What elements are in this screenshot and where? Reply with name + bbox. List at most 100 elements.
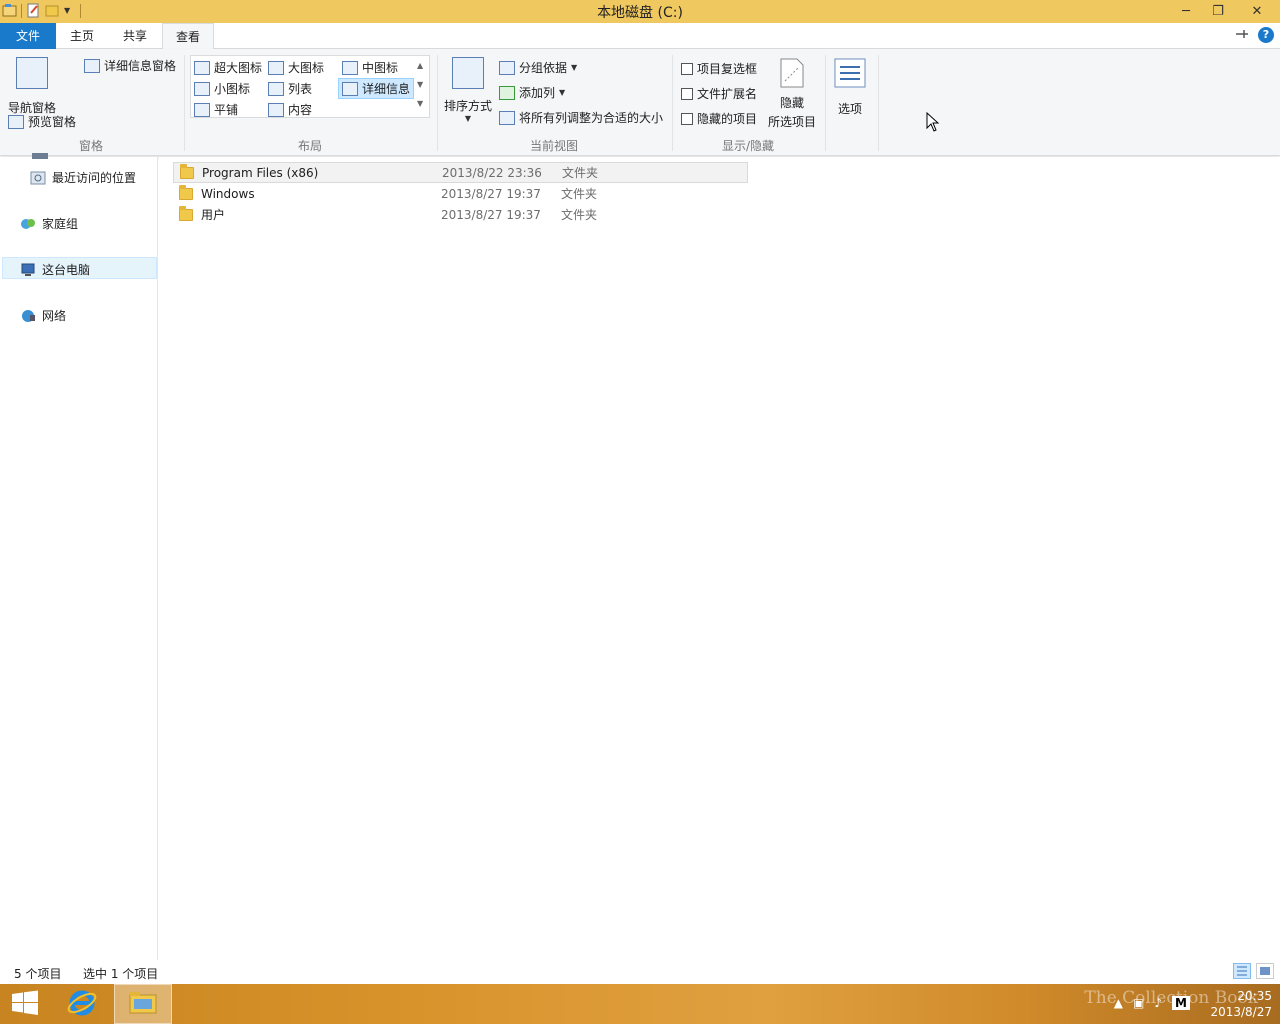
scroll-down-icon[interactable]: ▼ [417,80,423,89]
file-extensions-option[interactable]: 文件扩展名 [681,85,757,102]
file-name: 用户 [201,208,226,222]
details-view-button[interactable] [1233,963,1251,979]
hidden-items-option[interactable]: 隐藏的项目 [681,110,757,127]
folder-icon [180,163,194,179]
restore-button[interactable]: ❐ [1202,0,1234,23]
selected-count: 选中 1 个项目 [83,967,159,981]
homegroup-icon [20,217,36,231]
nav-item-partial [32,153,48,159]
extra-large-icons-icon [194,60,210,75]
pin-ribbon-icon[interactable] [1234,28,1250,43]
details-pane-button[interactable]: 详细信息窗格 [84,57,176,74]
ribbon-view: 导航窗格 预览窗格 详细信息窗格 窗格 超大图标 大图标 中图标 小图标 列表 … [0,49,1280,156]
nav-item-homegroup[interactable]: 家庭组 [20,215,78,232]
item-checkboxes-checkbox[interactable] [681,62,693,75]
group-by-icon [499,60,515,75]
group-by-chevron-down-icon: ▼ [571,63,578,72]
add-columns-icon [499,85,515,100]
layout-details[interactable]: 详细信息 [338,78,415,99]
volume-icon[interactable]: ♪ [1154,996,1162,1010]
layout-extra-large-icons[interactable]: 超大图标 [194,59,262,76]
taskbar-ie[interactable] [58,984,106,1024]
file-explorer-icon [128,989,158,1020]
hidden-items-checkbox[interactable] [681,112,693,125]
nav-item-recent[interactable]: 最近访问的位置 [30,169,136,186]
taskbar-file-explorer[interactable] [114,984,172,1024]
nav-item-network[interactable]: 网络 [20,307,66,324]
layout-list[interactable]: 列表 [268,80,312,97]
close-button[interactable]: ✕ [1234,0,1280,23]
file-row[interactable]: 用户 2013/8/27 19:37 文件夹 [173,204,748,225]
help-icon[interactable]: ? [1258,27,1274,43]
item-count: 5 个项目 [14,967,62,981]
medium-label: 中图标 [362,61,399,75]
file-row[interactable]: Windows 2013/8/27 19:37 文件夹 [173,183,748,204]
tab-view[interactable]: 查看 [162,23,214,50]
group-by-button[interactable]: 分组依据 ▼ [499,59,577,76]
folder-icon [179,205,193,221]
file-row[interactable]: Program Files (x86) 2013/8/22 23:36 文件夹 [173,162,748,183]
nav-this-pc-label: 这台电脑 [42,263,91,277]
clock-date: 2013/8/27 [1210,1005,1272,1019]
file-name: Windows [201,186,255,201]
hide-selected-icon [779,57,805,92]
partial-item-icon [32,153,48,159]
divider [878,55,879,151]
layout-small-icons[interactable]: 小图标 [194,80,250,97]
layout-scroll[interactable]: ▲ ▼ ▼ [417,61,423,108]
tiles-icon [194,102,210,117]
layout-medium-icons[interactable]: 中图标 [342,59,398,76]
window-title: 本地磁盘 (C:) [597,5,683,21]
clock[interactable]: 20:35 2013/8/27 [1210,988,1272,1020]
file-extensions-label: 文件扩展名 [697,87,758,101]
sort-icon [452,57,484,89]
scroll-up-icon[interactable]: ▲ [417,61,423,70]
nav-pane-button[interactable]: 导航窗格 [8,57,56,116]
small-label: 小图标 [214,82,251,96]
list-icon [268,81,284,96]
file-date: 2013/8/27 19:37 [441,186,541,201]
add-columns-button[interactable]: 添加列 ▼ [499,84,565,101]
item-checkboxes-label: 项目复选框 [697,62,758,76]
details-label: 详细信息 [362,82,411,96]
nav-item-this-pc[interactable]: 这台电脑 [20,261,90,278]
sort-by-button[interactable]: 排序方式 ▼ [444,57,492,123]
start-button[interactable] [0,984,50,1024]
tab-home[interactable]: 主页 [58,23,106,49]
hide-selected-button[interactable]: 隐藏 所选项目 [768,57,816,130]
ime-indicator[interactable]: M [1172,996,1190,1010]
details-icon [342,81,358,96]
show-hidden-icons-chevron-up-icon[interactable]: ▲ [1114,996,1123,1010]
file-type: 文件夹 [561,208,598,222]
navigation-pane: 最近访问的位置 家庭组 这台电脑 网络 [0,153,158,960]
file-list: Program Files (x86) 2013/8/22 23:36 文件夹 … [159,157,1280,960]
tab-share[interactable]: 共享 [111,23,159,49]
expand-gallery-icon[interactable]: ▼ [417,99,423,108]
file-date: 2013/8/27 19:37 [441,207,541,222]
layout-large-icons[interactable]: 大图标 [268,59,324,76]
recent-places-icon [30,171,46,185]
add-columns-label: 添加列 [519,86,556,100]
title-bar: ▼ 本地磁盘 (C:) ─ ❐ ✕ [0,0,1280,23]
size-all-columns-button[interactable]: 将所有列调整为合适的大小 [499,109,663,126]
options-button[interactable]: 选项 [834,57,866,117]
current-view-group-label: 当前视图 [529,139,578,153]
group-by-label: 分组依据 [519,61,568,75]
mouse-cursor-icon [926,111,940,135]
file-extensions-checkbox[interactable] [681,87,693,100]
preview-pane-label: 预览窗格 [28,115,77,129]
computer-icon [20,263,36,277]
minimize-button[interactable]: ─ [1170,0,1202,23]
large-icons-view-button[interactable] [1256,963,1274,979]
tab-file[interactable]: 文件 [0,23,56,49]
network-status-icon[interactable]: ▣ [1133,996,1144,1010]
preview-pane-icon [8,114,24,129]
panes-group-label: 窗格 [78,139,103,153]
item-checkboxes-option[interactable]: 项目复选框 [681,60,757,77]
clock-time: 20:35 [1237,989,1272,1003]
layout-tiles[interactable]: 平铺 [194,101,238,118]
layout-content[interactable]: 内容 [268,101,312,118]
folder-icon [179,184,193,200]
preview-pane-button[interactable]: 预览窗格 [8,113,76,130]
divider [672,55,673,151]
